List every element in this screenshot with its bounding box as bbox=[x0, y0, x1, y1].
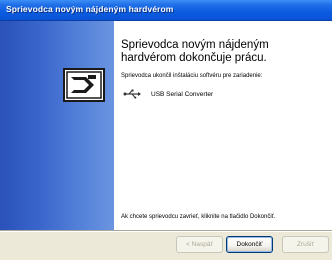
wizard-side-banner bbox=[0, 21, 114, 230]
page-heading: Sprievodca novým nájdeným hardvérom doko… bbox=[121, 39, 269, 64]
usb-icon bbox=[123, 89, 141, 99]
cancel-button[interactable]: Zrušiť bbox=[282, 236, 329, 253]
install-finished-text: Sprievodca ukončil inštaláciu softvéru p… bbox=[121, 73, 263, 79]
finish-button[interactable]: Dokončiť bbox=[226, 236, 273, 253]
button-separator bbox=[0, 230, 332, 232]
wizard-content: Sprievodca novým nájdeným hardvérom doko… bbox=[114, 21, 332, 230]
wizard-window: Sprievodca novým nájdeným hardvérom Spri… bbox=[0, 0, 332, 260]
device-name: USB Serial Converter bbox=[151, 90, 214, 98]
window-title: Sprievodca novým nájdeným hardvérom bbox=[6, 4, 174, 14]
hardware-wizard-icon bbox=[63, 68, 105, 102]
title-bar[interactable]: Sprievodca novým nájdeným hardvérom bbox=[0, 0, 332, 21]
device-row: USB Serial Converter bbox=[123, 88, 213, 100]
back-button[interactable]: < Naspäť bbox=[176, 236, 223, 253]
close-instruction-text: Ak chcete sprievodcu zavrieť, kliknite n… bbox=[121, 214, 276, 220]
